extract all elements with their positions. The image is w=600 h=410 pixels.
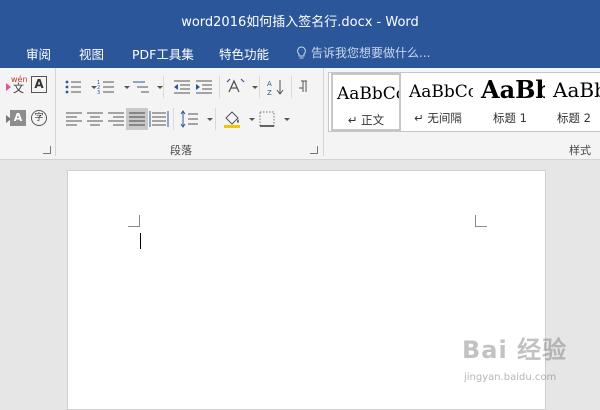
chevron-down-icon[interactable]	[117, 78, 130, 96]
style-sample: AaBbCc	[337, 84, 401, 104]
bullets-icon[interactable]	[64, 78, 84, 96]
svg-text:Z: Z	[267, 89, 272, 96]
ribbon: wén 文 A A 字 1 2 3 A Z 段落 AaBbCc ↵ 正文 AaB…	[0, 68, 600, 160]
text-highlight-icon[interactable]	[0, 110, 11, 128]
align-left-icon[interactable]	[64, 110, 84, 128]
watermark-url: jingyan.baidu.com	[464, 372, 557, 383]
style-sample: AaBbCc	[409, 82, 473, 102]
decrease-indent-icon[interactable]	[172, 78, 192, 96]
svg-text:3: 3	[97, 90, 100, 96]
tab-view[interactable]: 视图	[79, 44, 104, 63]
style-heading-2[interactable]: AaBb 标题 2	[547, 73, 600, 131]
separator	[291, 76, 292, 98]
show-formatting-marks-icon[interactable]	[297, 78, 317, 96]
justify-icon[interactable]	[127, 110, 147, 128]
multilevel-list-icon[interactable]	[131, 78, 151, 96]
paragraph-dialog-launcher[interactable]	[310, 146, 318, 154]
paragraph-group-label: 段落	[170, 144, 192, 157]
text-cursor	[140, 233, 141, 249]
character-border-icon[interactable]: A	[31, 76, 47, 93]
separator	[259, 76, 260, 98]
style-name: ↵ 正文	[347, 113, 385, 127]
text-effects-icon[interactable]	[0, 78, 11, 96]
baidu-jingyan-watermark: Bai 经验 jingyan.baidu.com	[462, 330, 598, 398]
paint-bucket-shading-icon[interactable]	[222, 110, 242, 128]
separator	[215, 108, 216, 130]
sort-icon[interactable]: AZ	[266, 78, 286, 96]
line-spacing-icon[interactable]	[180, 110, 200, 128]
margin-corner-mark	[128, 215, 140, 227]
style-name: ↵ 无间隔	[414, 111, 462, 125]
tab-review[interactable]: 审阅	[26, 44, 51, 63]
numbering-icon[interactable]: 1 2 3	[97, 78, 117, 96]
font-dialog-launcher[interactable]	[43, 146, 51, 154]
borders-icon[interactable]	[257, 110, 277, 128]
svg-text:A: A	[267, 80, 272, 88]
enclose-characters-icon[interactable]: 字	[31, 110, 47, 126]
style-heading-1[interactable]: AaBb 标题 1	[475, 73, 545, 131]
margin-corner-mark	[475, 215, 487, 227]
chinese-layout-icon[interactable]	[226, 78, 246, 96]
chevron-down-icon[interactable]	[200, 110, 213, 128]
separator	[163, 76, 164, 98]
separator	[173, 108, 174, 130]
group-separator	[323, 68, 324, 156]
group-separator	[55, 68, 56, 156]
chevron-down-icon[interactable]	[150, 78, 163, 96]
styles-group-label: 样式	[569, 144, 591, 157]
styles-gallery: AaBbCc ↵ 正文 AaBbCc ↵ 无间隔 AaBb 标题 1 AaBb …	[328, 72, 600, 132]
tab-special-features[interactable]: 特色功能	[219, 44, 269, 63]
style-sample: AaBb	[481, 75, 545, 104]
increase-indent-icon[interactable]	[194, 78, 214, 96]
tell-me-box[interactable]: 告诉我您想要做什么...	[296, 44, 430, 61]
title-bar: word2016如何插入签名行.docx - Word	[0, 0, 600, 38]
lightbulb-icon	[297, 46, 306, 59]
style-sample: AaBb	[553, 78, 600, 102]
align-right-icon[interactable]	[106, 110, 126, 128]
style-name: 标题 1	[493, 111, 527, 125]
window-title: word2016如何插入签名行.docx - Word	[181, 15, 419, 30]
style-no-spacing[interactable]: AaBbCc ↵ 无间隔	[403, 73, 473, 131]
style-normal[interactable]: AaBbCc ↵ 正文	[331, 73, 401, 131]
separator	[219, 76, 220, 98]
style-name: 标题 2	[557, 111, 591, 125]
chevron-down-icon[interactable]	[242, 110, 255, 128]
chevron-down-icon[interactable]	[277, 110, 290, 128]
watermark-logo: Bai 经验	[462, 336, 568, 364]
ribbon-tabs: 审阅 视图 PDF工具集 特色功能 告诉我您想要做什么...	[0, 38, 600, 68]
phonetic-guide-icon[interactable]: wén 文	[10, 76, 30, 95]
distributed-icon[interactable]	[149, 110, 169, 128]
chevron-down-icon[interactable]	[84, 78, 97, 96]
tell-me-placeholder: 告诉我您想要做什么...	[311, 46, 431, 60]
align-center-icon[interactable]	[85, 110, 105, 128]
tab-pdf-tools[interactable]: PDF工具集	[132, 44, 194, 63]
chevron-down-icon[interactable]	[245, 78, 258, 96]
character-shading-icon[interactable]: A	[10, 110, 26, 126]
